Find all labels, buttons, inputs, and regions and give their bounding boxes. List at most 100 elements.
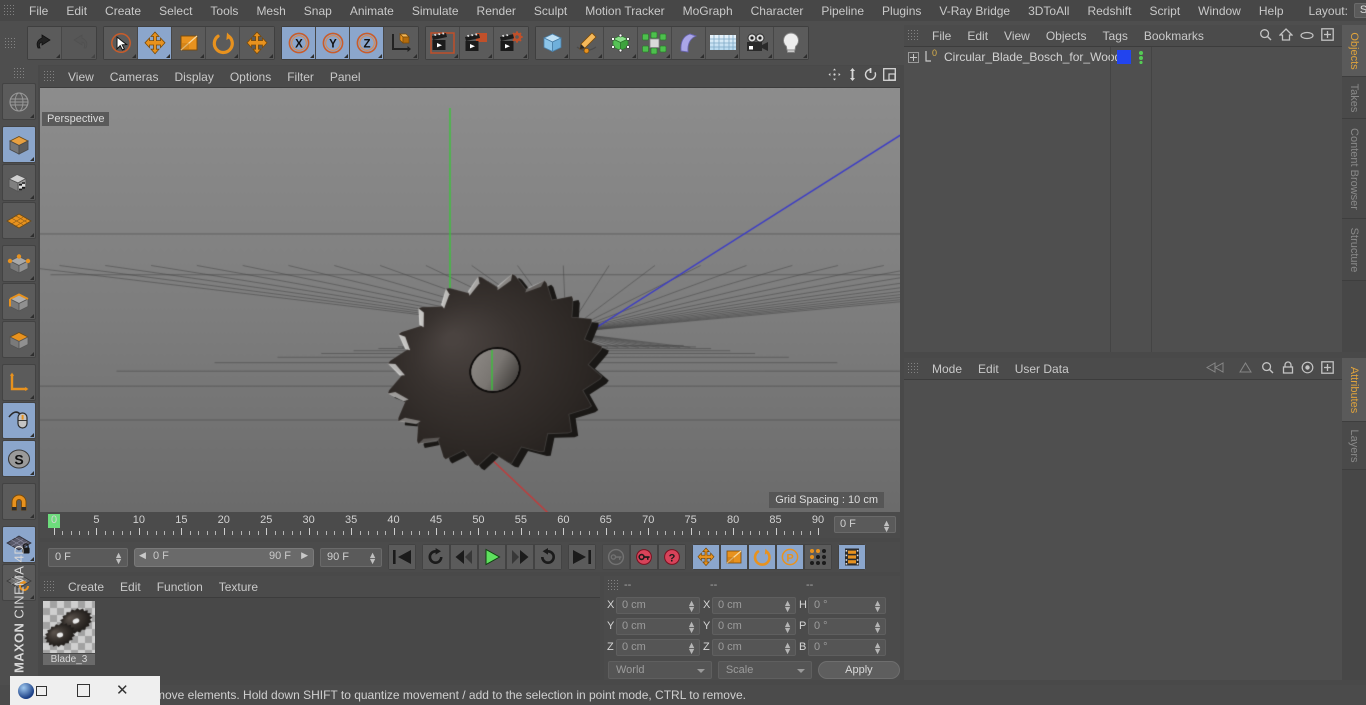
soft-selection-icon[interactable]: S: [2, 440, 36, 477]
object-visibility-dots[interactable]: [1137, 50, 1145, 65]
dolly-icon[interactable]: [847, 68, 858, 84]
attribute-menu-edit[interactable]: Edit: [970, 358, 1007, 380]
home-icon[interactable]: [1278, 27, 1294, 44]
menu-3dtoall[interactable]: 3DToAll: [1019, 0, 1078, 22]
object-name[interactable]: Circular_Blade_Bosch_for_Wood: [944, 50, 1121, 64]
axis-modify-icon[interactable]: [2, 364, 36, 401]
size-x-field[interactable]: 0 cm ▲ ▼: [712, 596, 796, 614]
object-menu-tags[interactable]: Tags: [1095, 25, 1136, 47]
prev-icon[interactable]: [1205, 361, 1230, 376]
bend-deformer-icon[interactable]: [672, 27, 706, 59]
toolbar-grip[interactable]: [4, 36, 17, 50]
timeline-frame-field[interactable]: 0 F ▲ ▼: [834, 516, 896, 534]
ellipse-icon[interactable]: [1300, 29, 1314, 43]
target-icon[interactable]: [1301, 361, 1314, 377]
spinner-icon[interactable]: ▲ ▼: [873, 640, 882, 655]
menubar-grip[interactable]: [3, 4, 16, 17]
material-menu-edit[interactable]: Edit: [112, 576, 149, 598]
menu-pipeline[interactable]: Pipeline: [812, 0, 873, 22]
material-item[interactable]: Blade_3: [43, 601, 95, 667]
maximize-view-icon[interactable]: [883, 68, 896, 84]
transform-mode-dropdown[interactable]: Scale: [717, 661, 812, 679]
go-to-end-icon[interactable]: [568, 544, 596, 570]
spinner-icon[interactable]: ▲ ▼: [783, 598, 792, 613]
vtab-structure[interactable]: Structure: [1342, 219, 1366, 281]
lock-icon[interactable]: [1282, 360, 1294, 377]
viewport-menu-options[interactable]: Options: [222, 66, 279, 88]
size-z-field[interactable]: 0 cm ▲ ▼: [712, 638, 796, 656]
spinner-icon[interactable]: ▲ ▼: [873, 598, 882, 613]
cube-primitive-icon[interactable]: [536, 27, 570, 59]
polygons-mode-icon[interactable]: [2, 321, 36, 358]
rotation-p-field[interactable]: 0 ° ▲ ▼: [808, 617, 886, 635]
menu-render[interactable]: Render: [468, 0, 525, 22]
timeline-film-icon[interactable]: [838, 544, 866, 570]
light-icon[interactable]: [774, 27, 808, 59]
spinner-icon[interactable]: ▲ ▼: [783, 619, 792, 634]
layout-select[interactable]: Startup: [1353, 3, 1366, 18]
vtab-content-browser[interactable]: Content Browser: [1342, 119, 1366, 219]
viewport-render[interactable]: [40, 88, 900, 512]
play-icon[interactable]: [478, 544, 506, 570]
camera-icon[interactable]: [740, 27, 774, 59]
key-scale-icon[interactable]: [720, 544, 748, 570]
scale-icon[interactable]: [172, 27, 206, 59]
menu-sculpt[interactable]: Sculpt: [525, 0, 576, 22]
object-menu-view[interactable]: View: [996, 25, 1038, 47]
texture-mode-icon[interactable]: [2, 164, 36, 201]
menu-mesh[interactable]: Mesh: [247, 0, 294, 22]
apply-button[interactable]: Apply: [817, 661, 900, 679]
record-key-icon[interactable]: [602, 544, 630, 570]
range-left-arrow-icon[interactable]: ◀: [139, 550, 146, 561]
globe-deselect-icon[interactable]: [2, 83, 36, 120]
points-mode-icon[interactable]: [2, 245, 36, 282]
attribute-menu-mode[interactable]: Mode: [924, 358, 970, 380]
menu-create[interactable]: Create: [96, 0, 150, 22]
attribute-menu-user-data[interactable]: User Data: [1007, 358, 1077, 380]
render-picture-viewer-icon[interactable]: [460, 27, 494, 59]
search-icon[interactable]: [1259, 28, 1272, 44]
menu-file[interactable]: File: [20, 0, 57, 22]
vtab-takes[interactable]: Takes: [1342, 77, 1366, 119]
range-right-arrow-icon[interactable]: ▶: [301, 550, 308, 561]
material-grip[interactable]: [43, 580, 56, 593]
autokey-icon[interactable]: [630, 544, 658, 570]
material-menu-create[interactable]: Create: [60, 576, 112, 598]
axis-z-icon[interactable]: Z: [350, 27, 384, 59]
spinner-icon[interactable]: ▲ ▼: [873, 619, 882, 634]
menu-tools[interactable]: Tools: [201, 0, 247, 22]
viewport-grip[interactable]: [43, 70, 56, 83]
magnet-icon[interactable]: [2, 483, 36, 520]
menu-motion-tracker[interactable]: Motion Tracker: [576, 0, 673, 22]
position-y-field[interactable]: 0 cm ▲ ▼: [616, 617, 700, 635]
menu-character[interactable]: Character: [742, 0, 813, 22]
redo-icon[interactable]: [62, 27, 96, 59]
undo-icon[interactable]: [28, 27, 62, 59]
menu-script[interactable]: Script: [1140, 0, 1189, 22]
coord-system-dropdown[interactable]: World: [608, 661, 712, 679]
move-alt-icon[interactable]: [240, 27, 274, 59]
mograph-cloner-icon[interactable]: [638, 27, 672, 59]
spinner-icon[interactable]: ▲ ▼: [687, 619, 696, 634]
menu-select[interactable]: Select: [150, 0, 201, 22]
menu-edit[interactable]: Edit: [57, 0, 96, 22]
menu-v-ray-bridge[interactable]: V-Ray Bridge: [930, 0, 1019, 22]
menu-redshift[interactable]: Redshift: [1078, 0, 1140, 22]
menu-snap[interactable]: Snap: [295, 0, 341, 22]
viewport-menu-display[interactable]: Display: [166, 66, 221, 88]
spinner-icon[interactable]: ▲ ▼: [783, 640, 792, 655]
close-icon[interactable]: ✕: [116, 683, 129, 698]
key-position-icon[interactable]: [692, 544, 720, 570]
expand-tree-icon[interactable]: [908, 51, 919, 63]
expand-icon[interactable]: [1321, 27, 1334, 44]
keyframe-selection-icon[interactable]: ?: [658, 544, 686, 570]
rotate-view-icon[interactable]: [864, 68, 877, 84]
model-mode-icon[interactable]: [2, 126, 36, 163]
object-row[interactable]: 0 Circular_Blade_Bosch_for_Wood: [904, 47, 1342, 67]
axis-x-icon[interactable]: X: [282, 27, 316, 59]
menu-mograph[interactable]: MoGraph: [674, 0, 742, 22]
attribute-grip[interactable]: [907, 362, 920, 375]
menu-window[interactable]: Window: [1189, 0, 1250, 22]
end-frame-field[interactable]: 90 F ▲ ▼: [320, 547, 382, 567]
object-menu-file[interactable]: File: [924, 25, 959, 47]
